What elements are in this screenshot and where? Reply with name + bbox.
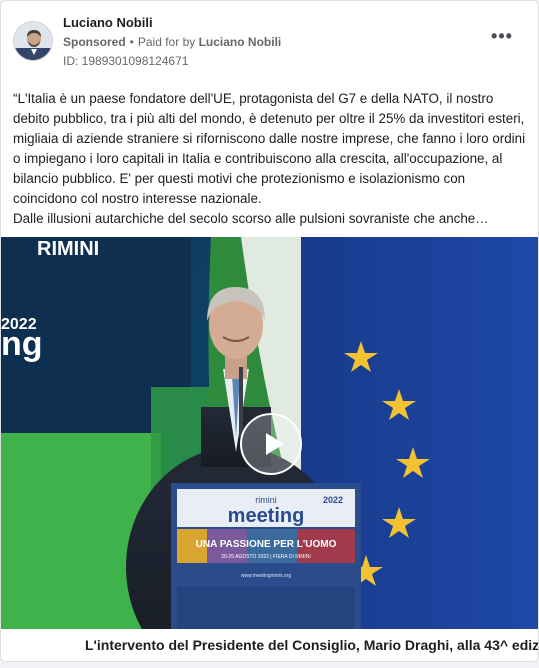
separator-dot: • (129, 35, 134, 49)
background-rimini-text: RIMINI (37, 238, 99, 260)
podium-year-text: 2022 (323, 495, 343, 505)
avatar[interactable] (13, 21, 53, 61)
post-text-paragraph: “L'Italia è un paese fondatore dell'UE, … (13, 91, 526, 206)
sponsored-post-card: Luciano Nobili Sponsored • Paid for by Luc… (0, 0, 539, 662)
background-ng-text: ng (1, 325, 43, 363)
podium-dates-text: 20-25 AGOSTO 2022 | FIERA DI RIMINI (221, 554, 311, 560)
ad-id: ID: 1989301098124671 (63, 54, 189, 68)
paid-for-name[interactable]: Luciano Nobili (199, 35, 282, 49)
video-caption-text: L'intervento del Presidente del Consigli… (85, 637, 539, 653)
post-header: Luciano Nobili Sponsored • Paid for by Luc… (13, 13, 526, 73)
post-text: “L'Italia è un paese fondatore dell'UE, … (13, 89, 529, 229)
podium-slogan-text: UNA PASSIONE PER L'UOMO (196, 539, 337, 550)
avatar-image (14, 22, 52, 60)
video-caption: L'intervento del Presidente del Consigli… (1, 629, 539, 661)
paid-for-prefix: Paid for by (137, 35, 196, 49)
sponsored-line: Sponsored • Paid for by Luciano Nobili (63, 33, 281, 51)
play-icon[interactable] (240, 413, 302, 475)
author-name[interactable]: Luciano Nobili (63, 13, 281, 33)
podium-rimini-text: rimini (255, 495, 277, 505)
podium-url-text: www.meetingrimini.org (241, 573, 292, 579)
post-meta: Luciano Nobili Sponsored • Paid for by Luc… (63, 13, 281, 71)
sponsored-label: Sponsored (63, 35, 126, 49)
podium-meeting-text: meeting (228, 505, 305, 527)
more-options-icon[interactable]: ••• (490, 27, 514, 45)
post-text-paragraph[interactable]: Dalle illusioni autarchiche del secolo s… (13, 209, 529, 229)
